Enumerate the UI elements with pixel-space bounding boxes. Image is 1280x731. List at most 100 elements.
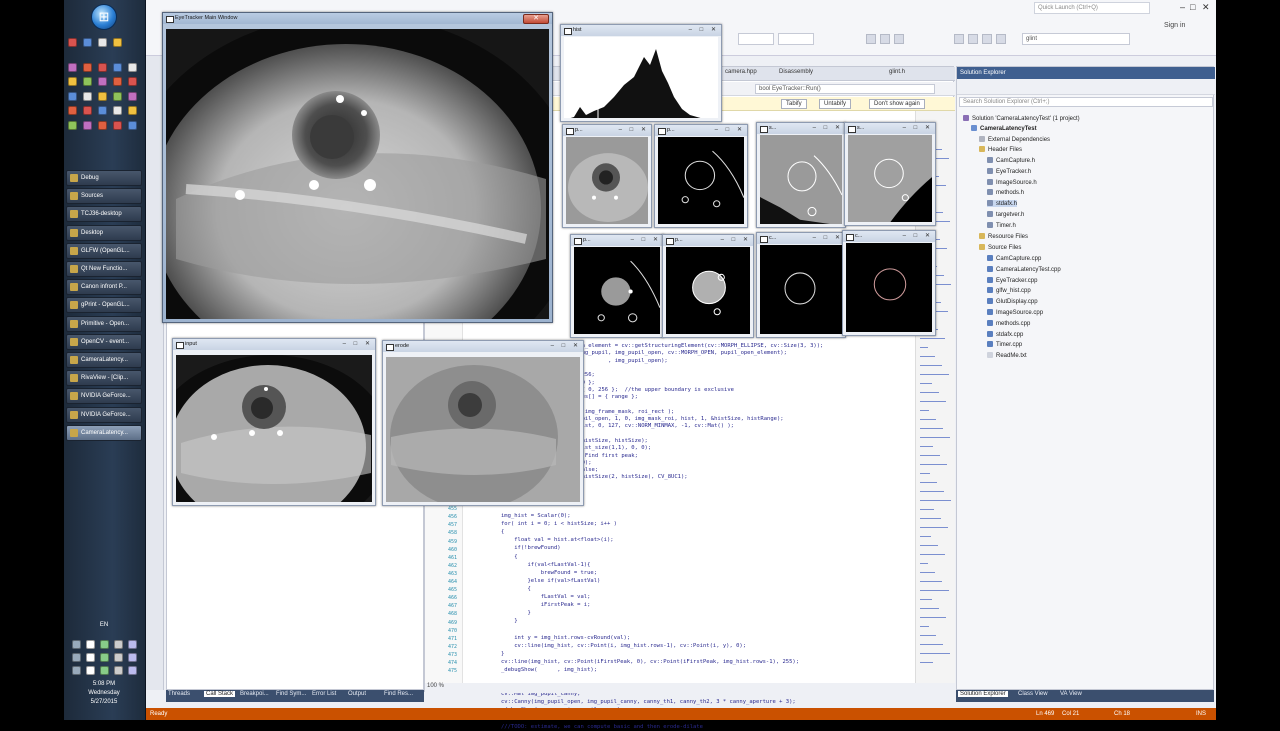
debug-image-window[interactable]: p... – □ ✕	[662, 234, 754, 338]
quick-launch-icon[interactable]	[68, 91, 77, 101]
debug-image-window[interactable]: c... – □ ✕	[756, 232, 846, 338]
sign-in-link[interactable]: Sign in	[1164, 22, 1185, 29]
quick-launch-icon[interactable]	[83, 62, 92, 72]
tray-icon[interactable]	[86, 666, 95, 675]
quick-launch-icon[interactable]	[83, 77, 92, 86]
quick-launch-icon[interactable]	[113, 106, 122, 115]
tree-resource-files[interactable]: Resource Files	[979, 233, 1028, 240]
scope-dropdown[interactable]: bool EyeTracker::Run()	[755, 84, 935, 94]
tree-source-file[interactable]: GlutDisplay.cpp	[987, 298, 1038, 305]
tray-icon[interactable]	[100, 666, 109, 675]
debug-tab[interactable]: Breakpoi...	[240, 691, 269, 697]
tabify-button[interactable]: Tabify	[781, 99, 807, 109]
quick-launch-icon[interactable]	[83, 91, 92, 101]
quick-launch-icon[interactable]	[98, 91, 107, 101]
quick-launch-icon[interactable]	[98, 77, 107, 86]
window-controls[interactable]: – □ ✕	[903, 232, 933, 239]
input-window[interactable]: input – □ ✕	[172, 338, 376, 506]
taskbar-item[interactable]: CameraLatency...	[66, 352, 142, 368]
solex-tab[interactable]: Solution Explorer	[958, 691, 1008, 697]
tree-readme[interactable]: ReadMe.txt	[987, 352, 1027, 359]
tab-camera-hpp[interactable]: camera.hpp	[725, 69, 757, 75]
debug-tab[interactable]: Find Sym...	[276, 691, 306, 697]
toolbar-button[interactable]	[954, 34, 964, 44]
erode-window[interactable]: erode – □ ✕	[382, 340, 584, 506]
taskbar-item[interactable]: Primitive - Open...	[66, 315, 142, 332]
quick-launch-icon[interactable]	[98, 38, 107, 47]
dont-show-again-button[interactable]: Don't show again	[869, 99, 925, 109]
solution-explorer-toolbar[interactable]	[957, 79, 1215, 95]
tree-source-file[interactable]: methods.cpp	[987, 319, 1030, 327]
debug-image-window[interactable]: c... – □ ✕	[842, 230, 936, 336]
hist-window[interactable]: hist – □ ✕	[560, 24, 722, 122]
debug-tab[interactable]: Find Res...	[384, 691, 413, 697]
quick-launch-input[interactable]: Quick Launch (Ctrl+Q)	[1034, 2, 1150, 14]
tray-icon[interactable]	[86, 653, 95, 662]
solution-explorer-search[interactable]: Search Solution Explorer (Ctrl+;)	[959, 97, 1213, 107]
toolbar-button[interactable]	[866, 34, 876, 44]
tree-header-files[interactable]: Header Files	[979, 146, 1022, 153]
tray-icon[interactable]	[114, 666, 123, 675]
minimize-icon[interactable]: –	[1180, 2, 1185, 12]
taskbar-item[interactable]: Sources	[66, 188, 142, 205]
tab-glint-h[interactable]: glint.h	[889, 69, 905, 75]
tree-source-file[interactable]: CamCapture.cpp	[987, 255, 1041, 262]
tab-disassembly[interactable]: Disassembly	[779, 69, 813, 75]
platform-dropdown[interactable]	[738, 33, 774, 45]
tree-header-file[interactable]: EyeTracker.h	[987, 167, 1031, 175]
debug-image-window[interactable]: s... – □ ✕	[844, 122, 936, 226]
untabify-button[interactable]: Untabify	[819, 99, 852, 109]
tree-header-file[interactable]: methods.h	[987, 189, 1024, 196]
debug-image-window[interactable]: p... – □ ✕	[562, 124, 652, 228]
debug-tab[interactable]: Threads	[168, 691, 190, 697]
quick-launch-icon[interactable]	[113, 91, 122, 101]
tray-icon[interactable]	[86, 640, 95, 649]
debug-image-window[interactable]: p... – □ ✕	[654, 124, 748, 228]
quick-launch-icon[interactable]	[98, 62, 107, 72]
debug-image-window[interactable]: p... – □ ✕	[570, 234, 664, 338]
tree-external-deps[interactable]: External Dependencies	[979, 136, 1050, 143]
toolbar-button[interactable]	[996, 34, 1006, 44]
close-icon[interactable]: ✕	[1202, 2, 1210, 13]
tree-source-file[interactable]: ImageSource.cpp	[987, 309, 1043, 316]
quick-launch-icon[interactable]	[128, 106, 137, 115]
maximize-icon[interactable]: □	[1190, 2, 1195, 12]
eyetracker-main-window[interactable]: EyeTracker Main Window ✕	[162, 12, 553, 323]
tray-icon[interactable]	[128, 653, 137, 662]
quick-launch-icon[interactable]	[128, 62, 137, 72]
tree-header-file[interactable]: Timer.h	[987, 221, 1016, 229]
toolbar-button[interactable]	[982, 34, 992, 44]
window-controls[interactable]: – □ ✕	[813, 124, 843, 131]
quick-launch-icon[interactable]	[83, 120, 92, 130]
window-controls[interactable]: – □ ✕	[715, 126, 745, 133]
tray-icon[interactable]	[72, 666, 81, 675]
window-controls[interactable]: – □ ✕	[689, 26, 719, 33]
taskbar-item[interactable]: gPrint - OpenGL...	[66, 297, 142, 314]
debug-tab[interactable]: Error List	[312, 691, 336, 697]
tray-icon[interactable]	[72, 653, 81, 662]
tree-header-file[interactable]: CamCapture.h	[987, 157, 1035, 164]
tree-source-files[interactable]: Source Files	[979, 244, 1021, 251]
toolbar-button[interactable]	[880, 34, 890, 44]
window-controls[interactable]: – □ ✕	[903, 124, 933, 131]
language-indicator[interactable]: EN	[66, 622, 142, 628]
taskbar-item[interactable]: OpenCV - event...	[66, 333, 142, 350]
quick-launch-icon[interactable]	[68, 38, 77, 47]
quick-launch-icon[interactable]	[113, 38, 122, 47]
tree-header-file[interactable]: targetver.h	[987, 211, 1024, 218]
tree-source-file[interactable]: stdafx.cpp	[987, 330, 1023, 338]
taskbar-item[interactable]: CameraLatency...	[66, 424, 142, 441]
window-controls[interactable]: – □ ✕	[631, 236, 661, 243]
tree-source-file[interactable]: Timer.cpp	[987, 341, 1022, 348]
quick-launch-icon[interactable]	[113, 62, 122, 72]
taskbar-item[interactable]: NVIDIA GeForce...	[66, 388, 142, 405]
tray-icon[interactable]	[128, 640, 137, 649]
close-icon[interactable]: ✕	[523, 14, 549, 24]
quick-launch-icon[interactable]	[128, 77, 137, 86]
quick-launch-icon[interactable]	[68, 120, 77, 130]
debug-image-window[interactable]: s... – □ ✕	[756, 122, 846, 228]
tray-icon[interactable]	[100, 653, 109, 662]
quick-launch-icon[interactable]	[113, 77, 122, 86]
window-controls[interactable]: – □ ✕	[343, 340, 373, 347]
debug-tab[interactable]: Output	[348, 691, 366, 697]
